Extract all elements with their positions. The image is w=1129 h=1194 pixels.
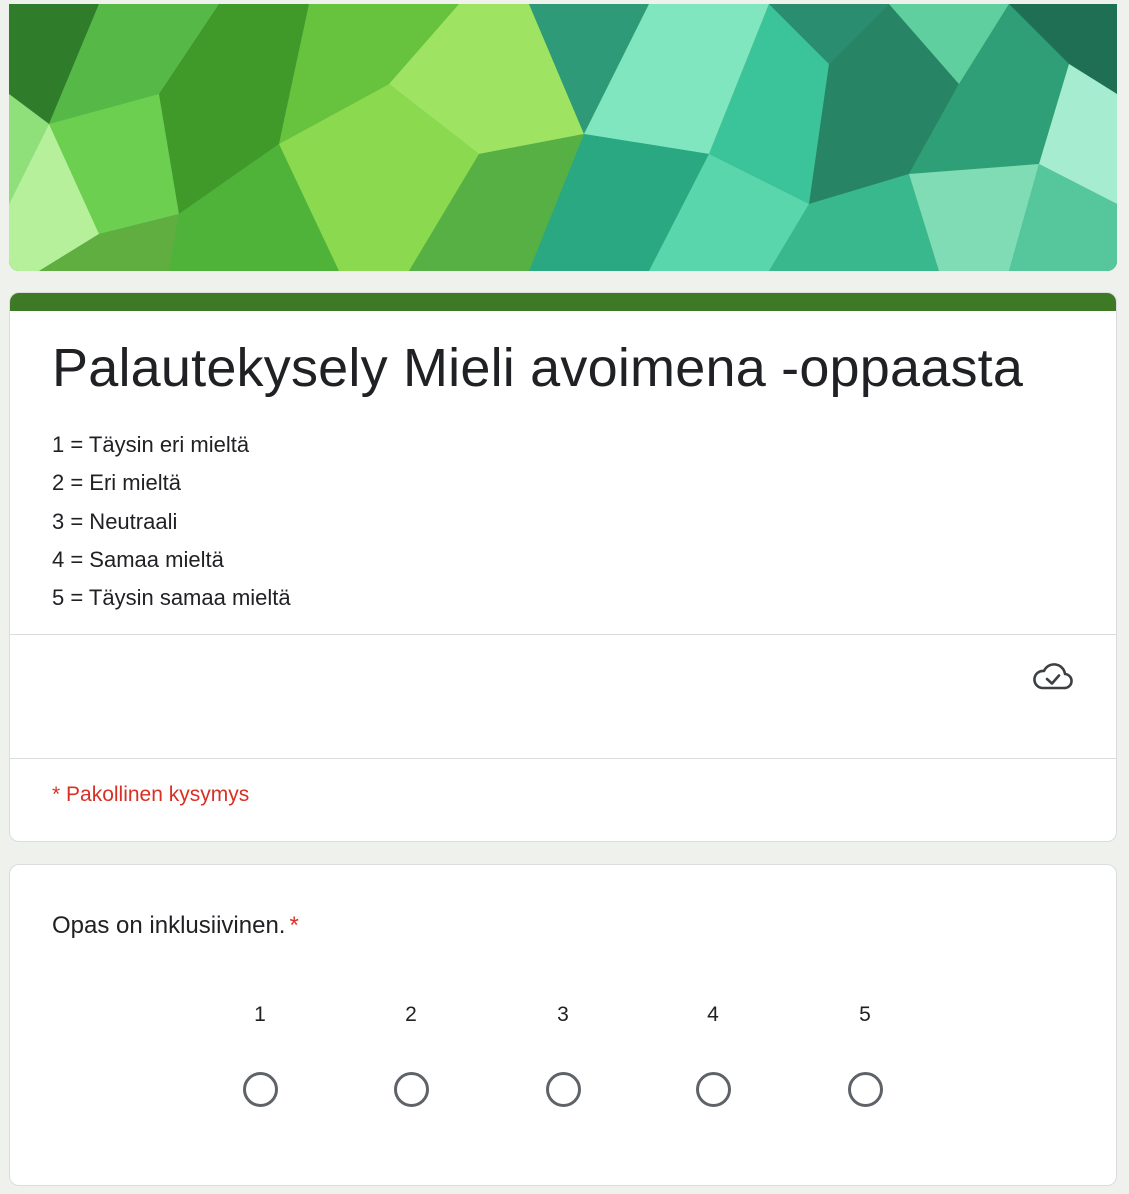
description-line: 4 = Samaa mieltä (52, 546, 224, 572)
description-line: 3 = Neutraali (52, 508, 178, 534)
form-header-card: Palautekysely Mieli avoimena -oppaasta 1… (9, 292, 1117, 842)
scale-option-3: 3 (533, 995, 593, 1107)
required-question-note: * Pakollinen kysymys (52, 783, 250, 806)
radio-button-3[interactable] (545, 1072, 581, 1107)
radio-button-2[interactable] (393, 1072, 429, 1107)
cloud-check-icon[interactable] (1032, 660, 1074, 692)
description-line: 2 = Eri mieltä (52, 470, 181, 496)
question-title: Opas on inklusiivinen. * (52, 912, 299, 940)
scale-option-1: 1 (230, 995, 290, 1107)
scale-option-2: 2 (381, 995, 441, 1107)
description-line: 5 = Täysin samaa mieltä (52, 585, 291, 611)
scale-label: 1 (254, 1003, 266, 1026)
radio-button-4[interactable] (695, 1072, 731, 1107)
required-asterisk: * (289, 912, 299, 939)
scale-label: 2 (405, 1003, 417, 1026)
question-card: Opas on inklusiivinen. * 1 2 3 4 5 (9, 864, 1117, 1186)
question-text: Opas on inklusiivinen. (52, 912, 286, 939)
header-banner-image (9, 4, 1117, 271)
description-line: 1 = Täysin eri mieltä (52, 432, 250, 457)
scale-label: 4 (707, 1003, 719, 1026)
scale-label: 5 (859, 1003, 871, 1026)
form-title: Palautekysely Mieli avoimena -oppaasta (52, 338, 1024, 398)
scale-label: 3 (557, 1003, 569, 1026)
scale-option-5: 5 (835, 995, 895, 1107)
form-description: 1 = Täysin eri mieltä 2 = Eri mieltä 3 =… (52, 426, 291, 617)
scale-option-4: 4 (683, 995, 743, 1107)
section-divider (10, 634, 1116, 635)
section-divider (10, 758, 1116, 759)
banner-polygon-pattern (9, 4, 1117, 271)
linear-scale: 1 2 3 4 5 (10, 995, 1116, 1107)
radio-button-1[interactable] (242, 1072, 278, 1107)
radio-button-5[interactable] (847, 1072, 883, 1107)
accent-top-bar (10, 293, 1116, 311)
